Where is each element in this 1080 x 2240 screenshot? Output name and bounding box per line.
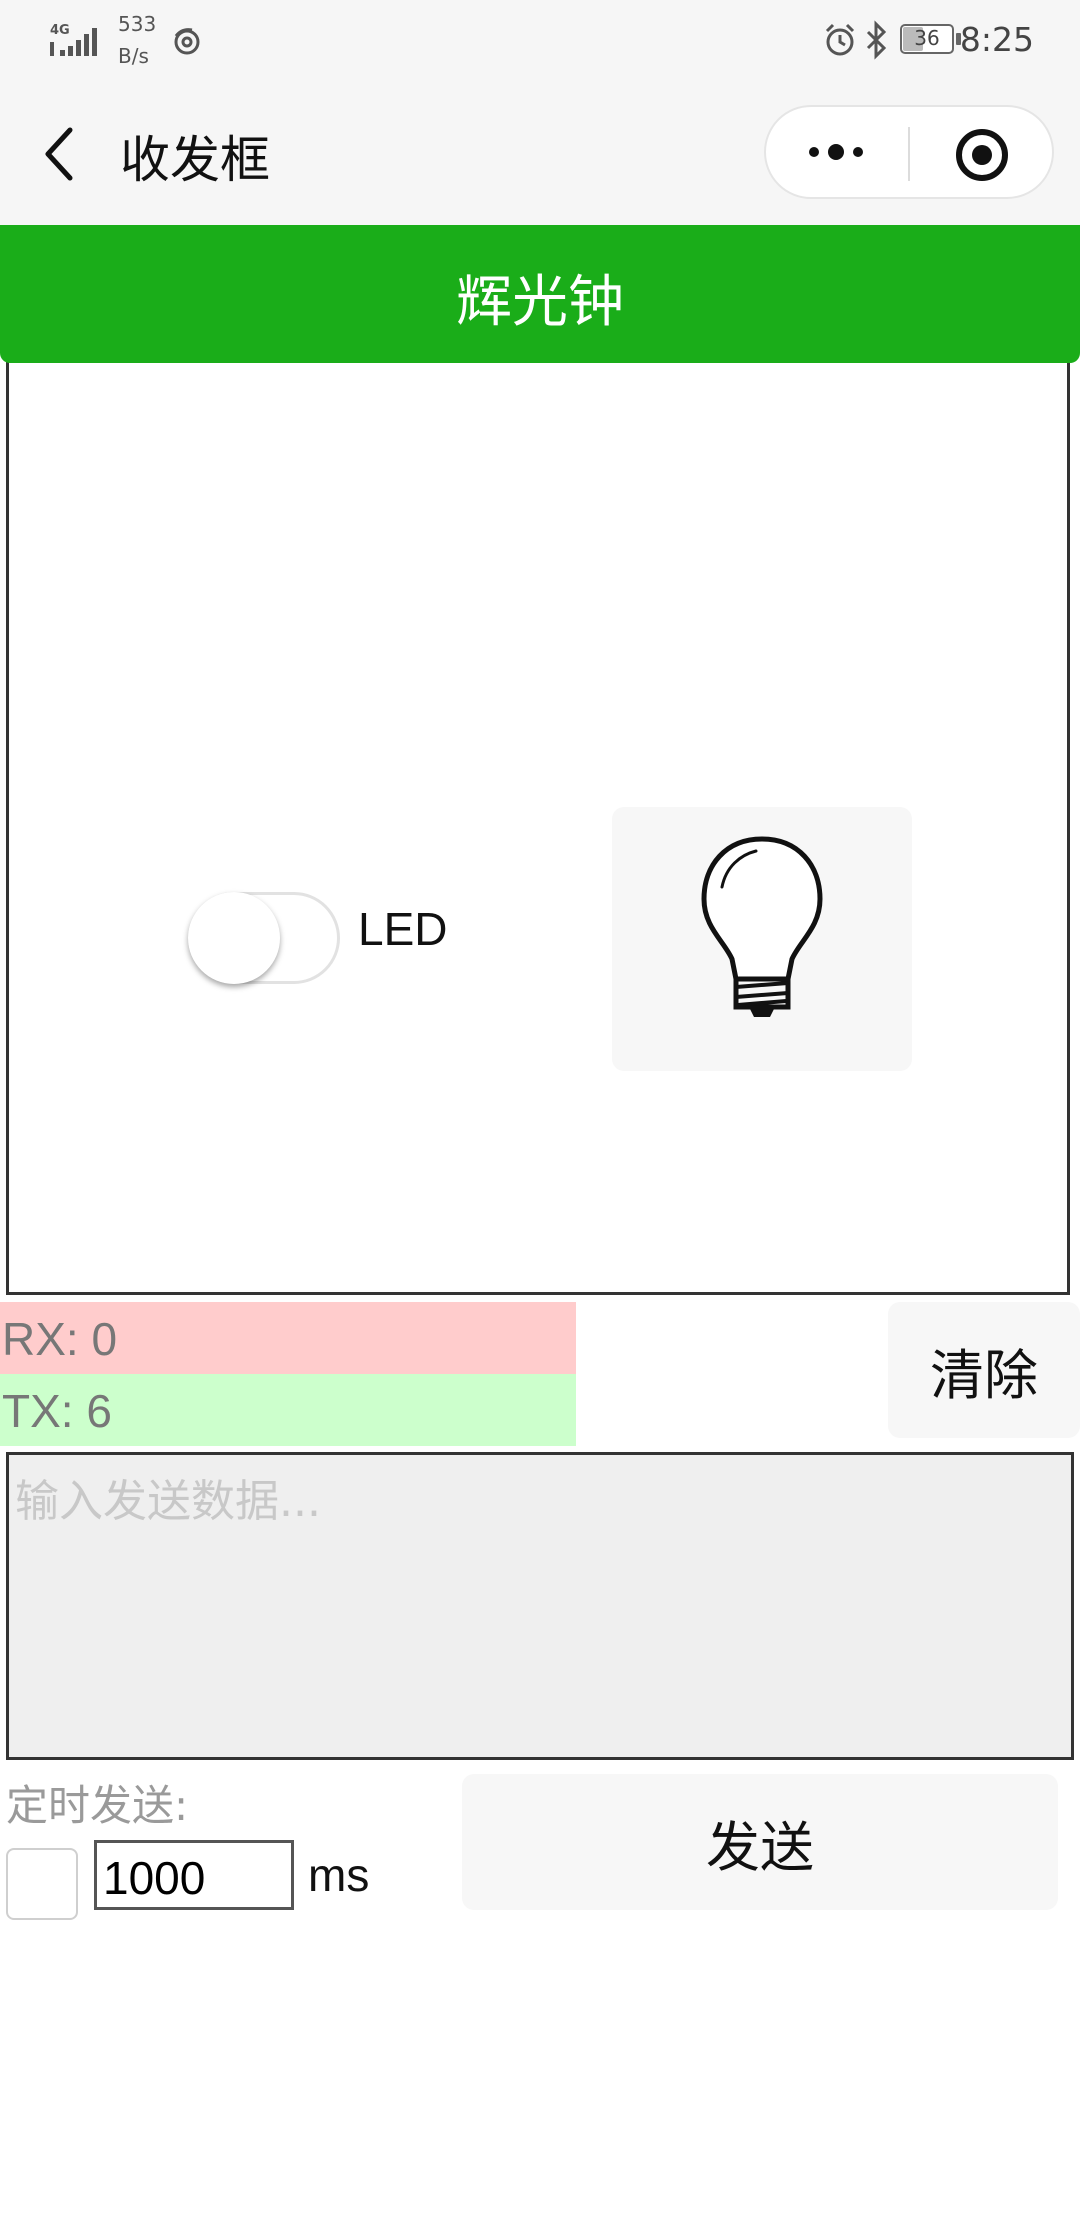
- interval-input[interactable]: 1000: [94, 1840, 294, 1910]
- chevron-left-icon[interactable]: [40, 124, 80, 184]
- timer-send-label: 定时发送:: [6, 1781, 189, 1830]
- rx-text: RX: 0: [2, 1313, 118, 1365]
- bulb-display: [612, 807, 912, 1071]
- clock: 8:25: [959, 20, 1034, 59]
- interval-unit: ms: [308, 1849, 370, 1901]
- switch-knob: [188, 892, 280, 984]
- capsule-divider: [908, 127, 910, 181]
- interval-value: 1000: [103, 1852, 206, 1904]
- network-speed-unit: B/s: [118, 44, 149, 68]
- rx-counter: RX: 0: [0, 1302, 576, 1374]
- tx-counter: TX: 6: [0, 1374, 576, 1446]
- device-panel: [6, 225, 1070, 1295]
- light-bulb-icon: [701, 836, 823, 1017]
- nav-bar: 收发框: [0, 80, 1080, 225]
- send-data-input[interactable]: 输入发送数据...: [6, 1452, 1074, 1760]
- network-speed-value: 533: [118, 12, 157, 36]
- target-circle-icon[interactable]: [954, 127, 1010, 183]
- tx-text: TX: 6: [2, 1385, 112, 1437]
- capsule-menu: [764, 105, 1054, 199]
- battery-level-text: 36: [914, 26, 940, 50]
- send-data-placeholder: 输入发送数据...: [15, 1476, 321, 1527]
- status-bar: 4G 533 B/s 36 8:25: [0, 0, 1080, 80]
- clear-button[interactable]: 清除: [888, 1302, 1080, 1438]
- battery-icon: 36: [900, 24, 962, 56]
- device-header: 辉光钟: [0, 225, 1080, 363]
- network-type-text: 4G: [50, 23, 70, 38]
- bluetooth-icon: [866, 20, 887, 60]
- led-switch[interactable]: [188, 892, 340, 984]
- signal-icon: 4G: [50, 23, 97, 56]
- timer-send-checkbox[interactable]: [6, 1848, 78, 1920]
- swirl-app-icon: [174, 28, 200, 55]
- page-title: 收发框: [120, 131, 270, 189]
- alarm-icon: [825, 23, 855, 56]
- more-dots-icon[interactable]: [806, 139, 868, 165]
- send-button[interactable]: 发送: [462, 1774, 1058, 1910]
- led-label: LED: [358, 903, 448, 955]
- device-title: 辉光钟: [456, 270, 624, 335]
